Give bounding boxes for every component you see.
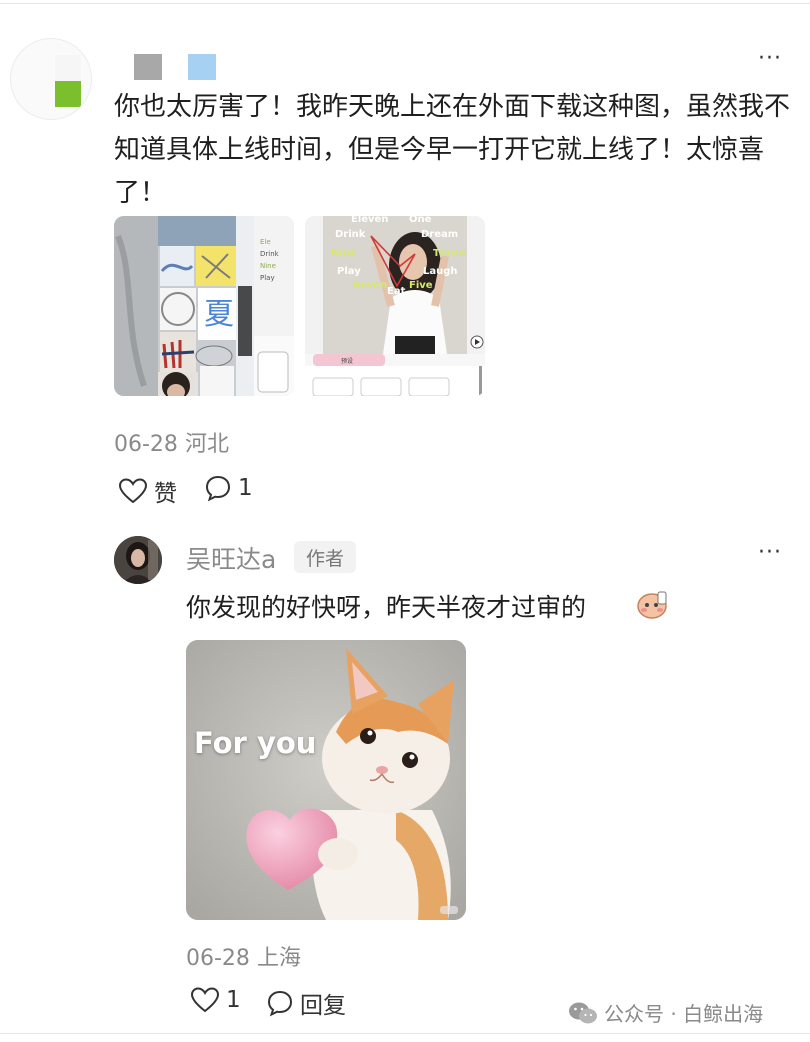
reply-text: 你发现的好快呀，昨天半夜才过审的 (186, 593, 587, 622)
top-divider (0, 3, 810, 4)
heart-icon (190, 987, 220, 1013)
thumb-word-dream: Dream (421, 229, 458, 240)
kitten-image-caption: For you (194, 726, 317, 760)
thumb-word-three: Three (433, 248, 466, 259)
reply-like-count: 1 (226, 987, 241, 1013)
comment-location: 河北 (184, 432, 229, 457)
like-label: 赞 (154, 481, 177, 507)
avatar-block-green (55, 81, 81, 107)
commenter-avatar[interactable] (10, 38, 92, 120)
redacted-block-gray (134, 54, 162, 80)
svg-text:Ele: Ele (260, 238, 271, 246)
reply-author-avatar[interactable] (114, 536, 162, 584)
heart-icon (118, 478, 148, 504)
svg-text:Play: Play (260, 274, 275, 282)
reply-label: 回复 (300, 993, 346, 1019)
avatar-block-white (55, 55, 81, 81)
thumb-tab-label: 预设 (341, 357, 353, 365)
comment-bubble-icon (267, 990, 293, 1017)
comment-reply-button[interactable]: 1 (204, 474, 253, 502)
thumb-word-play: Play (337, 266, 361, 277)
svg-text:Nine: Nine (260, 262, 276, 270)
comment-image-2[interactable]: Eleven One Drink Dream Nine Three Play L… (305, 216, 485, 396)
thumb-word-eat: Eat (387, 286, 406, 297)
redacted-block-blue (188, 54, 216, 80)
comment-bubble-icon (205, 475, 231, 502)
reply-count: 1 (238, 475, 253, 501)
comment-meta: 06-28 河北 (114, 426, 229, 458)
comment-image-1[interactable]: 夏 Ele Drink Nine Play (114, 216, 294, 396)
bottom-divider (0, 1033, 810, 1034)
thumb-word-five: Five (409, 280, 433, 291)
reply-author-name[interactable]: 吴旺达a (186, 540, 276, 576)
reply-date: 06-28 (186, 946, 250, 971)
wechat-icon (569, 1002, 597, 1023)
thumb-word-one: One (409, 216, 432, 225)
thumb-word-laugh: Laugh (423, 266, 458, 277)
thumb-word-seven: Seven (353, 280, 387, 291)
comment-text: 你也太厉害了！我昨天晚上还在外面下载这种图，虽然我不知道具体上线时间，但是今早一… (114, 92, 791, 208)
reply-meta: 06-28 上海 (186, 940, 301, 972)
watermark: 公众号 · 白鲸出海 (568, 998, 763, 1027)
svg-text:Drink: Drink (260, 250, 280, 258)
reply-to-reply-button[interactable]: 回复 (266, 986, 346, 1020)
comment-like-button[interactable]: 赞 (118, 474, 177, 508)
more-options-icon[interactable]: ··· (758, 48, 782, 70)
reply-more-options-icon[interactable]: ··· (758, 542, 782, 564)
svg-text:夏: 夏 (204, 297, 234, 332)
author-tag: 作者 (294, 541, 356, 573)
comment-date: 06-28 (114, 432, 178, 457)
thumb-word-nine: Nine (331, 248, 357, 259)
reply-like-button[interactable]: 1 (190, 986, 241, 1014)
reply-location: 上海 (256, 946, 301, 971)
embarrassed-face-icon (636, 590, 668, 620)
reply-image-kitten[interactable] (186, 640, 466, 920)
thumb-word-eleven: Eleven (351, 216, 388, 225)
watermark-text: 公众号 · 白鲸出海 (604, 1002, 764, 1026)
thumb-word-drink: Drink (335, 229, 366, 240)
